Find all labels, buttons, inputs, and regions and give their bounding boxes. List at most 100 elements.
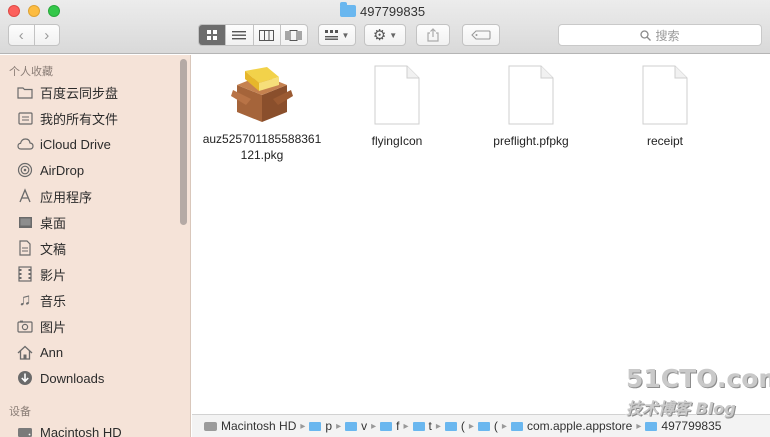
list-icon [232,30,247,39]
home-icon [16,343,34,361]
path-segment-label: v [361,419,368,433]
path-segment[interactable]: p [309,419,332,433]
sidebar-item-baidu-sync[interactable]: 百度云同步盘 [16,81,176,103]
sidebar-item-music[interactable]: ♫ 音乐 [16,289,176,311]
all-files-icon [16,109,34,127]
sidebar-item-macintosh-hd[interactable]: Macintosh HD [16,421,176,437]
downloads-icon [16,369,34,387]
file-area: auz525701185588361121.pkg flyingIcon pre… [192,55,770,410]
sidebar-item-desktop[interactable]: 桌面 [16,211,176,233]
sidebar-item-label: 图片 [40,319,67,335]
file-name: flyingIcon [371,134,423,148]
chevron-right-icon: ▸ [300,420,306,432]
column-view-button[interactable] [252,25,280,45]
file-name: receipt [646,134,684,148]
sidebar-scrollbar[interactable] [180,59,187,225]
folder-icon [477,421,490,431]
folder-icon [340,2,356,17]
sidebar-item-label: 影片 [40,267,67,283]
share-button[interactable] [416,24,450,46]
movies-icon [16,265,34,283]
document-icon [507,65,555,125]
search-icon [640,29,652,41]
path-segment[interactable]: v [345,419,367,433]
file-item-receipt[interactable]: receipt [600,65,730,149]
search-placeholder: 搜索 [655,28,680,43]
window-title-text: 497799835 [360,3,426,19]
grid-icon [207,30,218,40]
close-button[interactable] [8,5,20,17]
zoom-button[interactable] [48,5,60,17]
path-segment[interactable]: ( [444,419,465,433]
watermark-brand: 51CTO.com [626,364,770,393]
path-segment-root[interactable]: Macintosh HD [204,419,296,433]
sidebar: 个人收藏 百度云同步盘 我的所有文件 iCloud Drive AirDrop [0,55,191,437]
file-name: preflight.pfpkg [493,134,569,148]
sidebar-item-documents[interactable]: 文稿 [16,237,176,259]
sidebar-item-all-files[interactable]: 我的所有文件 [16,107,176,129]
desktop-icon [16,213,34,231]
sidebar-heading-devices: 设备 [9,406,31,418]
folder-icon [510,421,523,431]
sidebar-item-pictures[interactable]: 图片 [16,315,176,337]
chevron-right-icon: ▸ [435,420,441,432]
documents-icon [16,239,34,257]
window-title: 497799835 [340,2,425,20]
document-icon [373,65,421,125]
sidebar-item-label: 百度云同步盘 [40,85,119,101]
package-icon [231,65,293,123]
sidebar-item-applications[interactable]: 应用程序 [16,185,176,207]
folder-icon [645,421,658,431]
list-view-button[interactable] [225,25,252,45]
arrange-grid-icon [324,30,338,40]
watermark-sub: 技术博客 Blog [626,399,736,418]
search-input[interactable]: 搜索 [558,24,762,46]
back-button[interactable]: ‹ [9,25,34,45]
path-segment-current[interactable]: 497799835 [645,419,721,433]
icon-view-button[interactable] [199,25,226,45]
path-segment-label: f [396,419,400,433]
folder-icon [444,421,457,431]
folder-icon [16,83,34,101]
sidebar-item-label: Downloads [40,370,105,386]
harddisk-icon [204,421,217,431]
file-item-flyingicon[interactable]: flyingIcon [332,65,462,149]
tag-button[interactable] [462,24,500,46]
sidebar-item-airdrop[interactable]: AirDrop [16,159,176,181]
sidebar-item-icloud-drive[interactable]: iCloud Drive [16,133,176,155]
share-icon [427,28,439,42]
forward-button[interactable]: › [33,25,60,45]
path-segment-appstore[interactable]: com.apple.appstore [510,419,632,433]
sidebar-item-movies[interactable]: 影片 [16,263,176,285]
path-segment[interactable]: f [380,419,399,433]
airdrop-icon [16,161,34,179]
document-icon [641,65,689,125]
folder-icon [412,421,425,431]
chevron-right-icon: ▸ [336,420,342,432]
arrange-button[interactable]: ▼ [318,24,356,46]
folder-icon [345,421,358,431]
minimize-button[interactable] [28,5,40,17]
sidebar-item-home[interactable]: Ann [16,341,176,363]
pictures-icon [16,317,34,335]
coverflow-view-button[interactable] [279,25,307,45]
action-button[interactable]: ⚙ ▼ [364,24,406,46]
path-segment-label: ( [460,419,465,433]
cloud-icon [16,135,34,153]
path-segment-label: ( [493,419,498,433]
watermark: 51CTO.com 技术博客 Blog [626,364,770,420]
chevron-right-icon: ▸ [636,420,642,432]
sidebar-item-label: 文稿 [40,241,67,257]
path-segment-label: 497799835 [661,419,722,433]
chevron-right-icon: ▸ [468,420,474,432]
path-segment-label: Macintosh HD [221,419,297,433]
chevron-right-icon: ▸ [501,420,507,432]
tag-icon [471,30,491,40]
sidebar-item-label: Macintosh HD [40,424,122,437]
navigation-group: ‹ › [8,24,60,46]
file-item-preflight[interactable]: preflight.pfpkg [466,65,596,149]
path-segment[interactable]: ( [477,419,498,433]
file-item-pkg[interactable]: auz525701185588361121.pkg [197,65,327,163]
sidebar-item-downloads[interactable]: Downloads [16,367,176,389]
path-segment[interactable]: t [412,419,432,433]
